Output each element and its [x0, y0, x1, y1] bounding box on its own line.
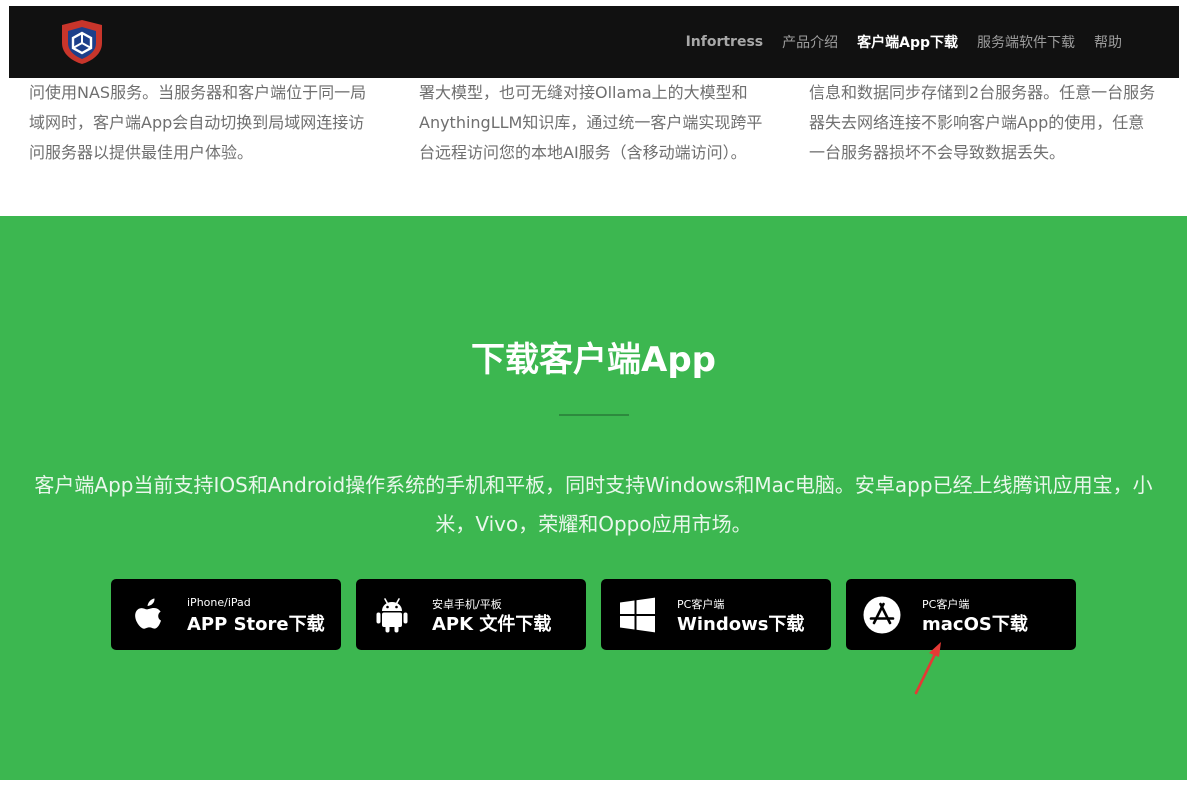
button-label: APP Store下载 [187, 614, 325, 635]
feature-column-ai: 署大模型，也可无缝对接Ollama上的大模型和 AnythingLLM知识库，通… [419, 78, 769, 168]
nav-link-infortress[interactable]: Infortress [686, 34, 764, 50]
feature-text-line: 器失去网络连接不影响客户端App的使用，任意 [809, 113, 1145, 132]
download-section: 下载客户端App 客户端App当前支持IOS和Android操作系统的手机和平板… [0, 216, 1187, 780]
download-description: 客户端App当前支持IOS和Android操作系统的手机和平板，同时支持Wind… [34, 473, 1153, 536]
android-icon [376, 598, 408, 633]
feature-text-line: 一台服务器损坏不会导致数据丢失。 [809, 143, 1066, 162]
feature-text-line: 信息和数据同步存储到2台服务器。任意一台服务 [809, 83, 1156, 102]
nav-link-client-download[interactable]: 客户端App下载 [857, 32, 958, 52]
app-store-download-button[interactable]: iPhone/iPad APP Store下载 [111, 579, 341, 650]
download-title: 下载客户端App [471, 340, 716, 380]
button-label: APK 文件下载 [432, 614, 552, 635]
apple-icon [135, 598, 161, 629]
page: Infortress 产品介绍 客户端App下载 服务端软件下载 帮助 问使用N… [0, 0, 1187, 788]
feature-text-line: 台远程访问您的本地AI服务（含移动端访问）。 [419, 143, 747, 162]
feature-column-lan: 问使用NAS服务。当服务器和客户端位于同一局 域网时，客户端App会自动切换到局… [29, 78, 379, 168]
windows-download-button[interactable]: PC客户端 Windows下载 [601, 579, 831, 650]
button-subtitle: iPhone/iPad [187, 596, 251, 609]
nav-link-help[interactable]: 帮助 [1094, 32, 1122, 52]
feature-text-line: 域网时，客户端App会自动切换到局域网连接访 [29, 113, 365, 132]
nav-link-products[interactable]: 产品介绍 [782, 32, 838, 52]
feature-text-line: AnythingLLM知识库，通过统一客户端实现跨平 [419, 113, 763, 132]
button-label: Windows下载 [677, 614, 805, 635]
feature-column-sync: 信息和数据同步存储到2台服务器。任意一台服务 器失去网络连接不影响客户端App的… [809, 78, 1159, 168]
top-navbar: Infortress 产品介绍 客户端App下载 服务端软件下载 帮助 [9, 6, 1179, 78]
feature-text-line: 署大模型，也可无缝对接Ollama上的大模型和 [419, 83, 748, 102]
nav-link-server-download[interactable]: 服务端软件下载 [977, 32, 1075, 52]
windows-icon [620, 597, 655, 633]
app-store-icon [863, 596, 901, 634]
feature-text-line: 问使用NAS服务。当服务器和客户端位于同一局 [29, 83, 367, 102]
button-label: macOS下载 [922, 614, 1028, 635]
macos-download-button[interactable]: PC客户端 macOS下载 [846, 579, 1076, 650]
nav-links: Infortress 产品介绍 客户端App下载 服务端软件下载 帮助 [667, 6, 1122, 78]
shield-logo-icon[interactable] [59, 19, 105, 65]
annotation-arrow-icon [914, 642, 941, 695]
apk-download-button[interactable]: 安卓手机/平板 APK 文件下载 [356, 579, 586, 650]
title-divider [559, 414, 629, 416]
feature-text-line: 问服务器以提供最佳用户体验。 [29, 143, 254, 162]
